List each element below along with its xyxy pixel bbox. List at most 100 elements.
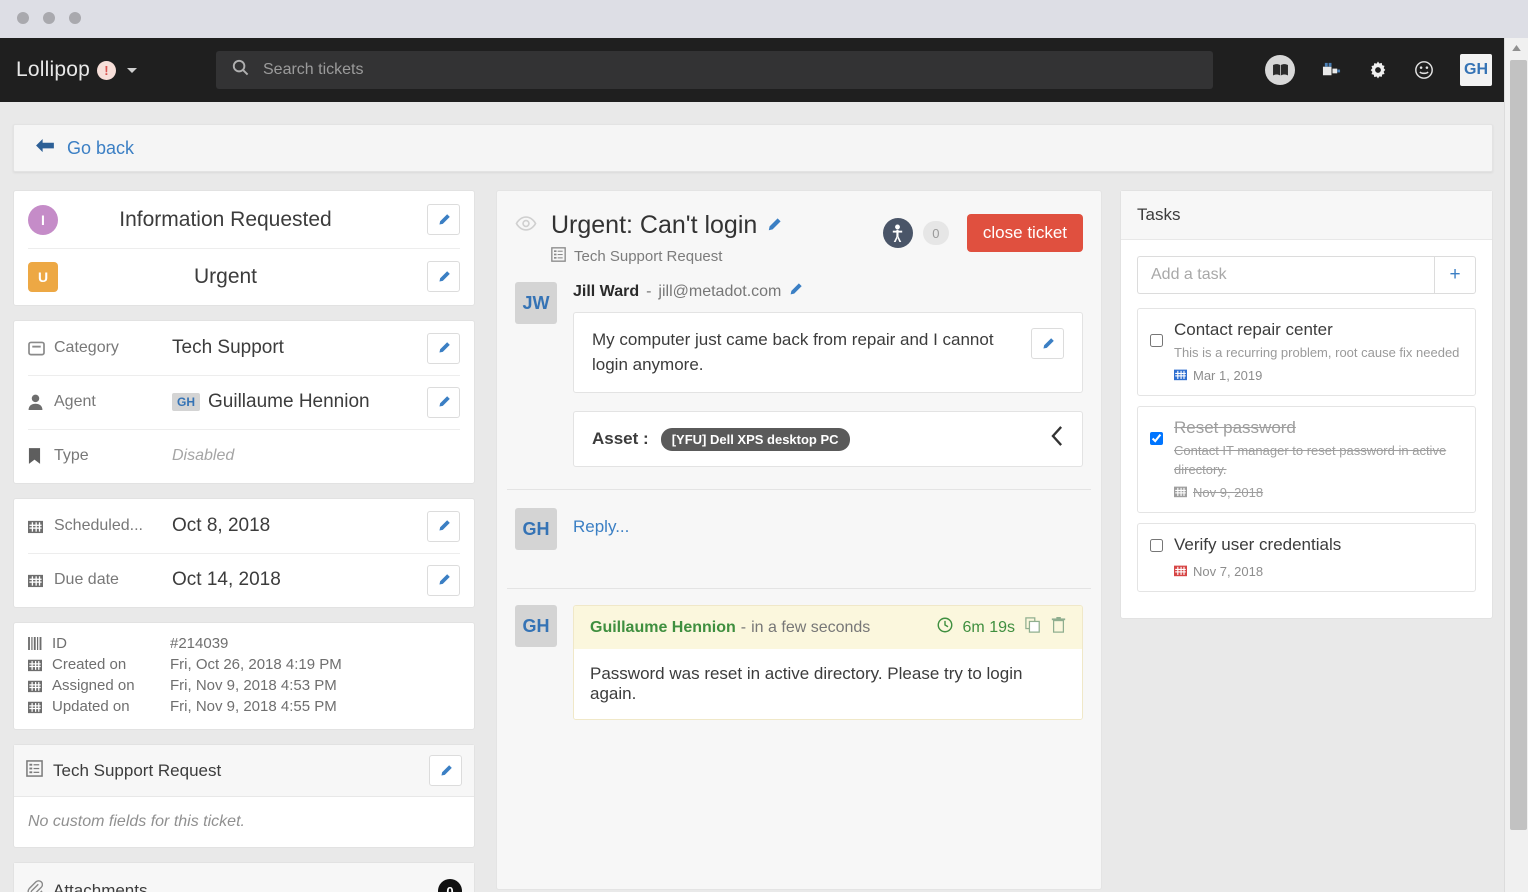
chevron-left-icon[interactable] — [1051, 426, 1064, 452]
note-time-ago: in a few seconds — [751, 619, 870, 637]
task-date-label: Nov 9, 2018 — [1193, 485, 1263, 500]
meta-value-updated-on: Fri, Nov 9, 2018 4:55 PM — [170, 698, 337, 715]
property-value-type: Disabled — [172, 447, 460, 465]
priority-label: Urgent — [58, 265, 427, 289]
property-row-due-date[interactable]: Due date Oct 14, 2018 — [14, 553, 474, 607]
window-maximize-dot[interactable] — [69, 12, 81, 24]
scrollbar-thumb[interactable] — [1510, 60, 1527, 830]
form-icon — [26, 760, 43, 782]
vertical-scrollbar[interactable] — [1504, 38, 1528, 892]
edit-message-button[interactable] — [1031, 328, 1064, 359]
go-back-bar[interactable]: Go back — [13, 124, 1493, 172]
task-description: This is a recurring problem, root cause … — [1174, 344, 1463, 363]
add-task-input[interactable] — [1137, 256, 1434, 294]
ticket-conversation-panel: Urgent: Can't login Tech Support Request — [496, 190, 1102, 890]
edit-priority-button[interactable] — [427, 261, 460, 292]
edit-scheduled-button[interactable] — [427, 511, 460, 542]
delete-icon[interactable] — [1051, 617, 1066, 638]
task-due-date: Nov 7, 2018 — [1174, 564, 1463, 580]
clock-icon — [937, 617, 953, 638]
task-checkbox-input[interactable] — [1150, 432, 1163, 445]
ticket-meta-card: ID #214039 Created on Fri, Oct 26, 2018 … — [13, 622, 475, 730]
watchers-count-badge: 0 — [923, 221, 949, 245]
smiley-icon[interactable] — [1414, 60, 1434, 80]
traffic-lights — [17, 12, 81, 24]
tasks-card: Tasks + Contact repair center This is a … — [1120, 190, 1493, 619]
user-avatar[interactable]: GH — [1460, 54, 1492, 86]
window-titlebar — [0, 0, 1528, 38]
custom-fields-title: Tech Support Request — [53, 761, 221, 781]
requester-message-bubble: My computer just came back from repair a… — [573, 312, 1083, 393]
edit-title-icon[interactable] — [766, 211, 782, 240]
edit-requester-icon[interactable] — [788, 282, 803, 302]
attachments-card[interactable]: Attachments 0 — [13, 862, 475, 892]
task-checkbox[interactable] — [1150, 535, 1174, 580]
book-icon[interactable] — [1265, 55, 1295, 85]
calendar-icon — [28, 700, 52, 714]
property-row-agent[interactable]: Agent GH Guillaume Hennion — [14, 375, 474, 429]
edit-custom-fields-button[interactable] — [429, 755, 462, 786]
property-value-category: Tech Support — [172, 337, 427, 359]
attachments-count-badge: 0 — [438, 879, 462, 892]
watchers-icon[interactable] — [883, 218, 913, 248]
meta-row-id: ID #214039 — [28, 633, 460, 654]
search-input[interactable] — [263, 51, 1213, 89]
eye-icon[interactable] — [515, 216, 537, 236]
task-checkbox[interactable] — [1150, 418, 1174, 501]
meta-key-id: ID — [52, 635, 170, 652]
note-duration: 6m 19s — [963, 619, 1015, 637]
scroll-up-arrow-icon[interactable] — [1505, 38, 1528, 58]
reply-row[interactable]: GH Reply... — [497, 490, 1101, 550]
edit-status-button[interactable] — [427, 204, 460, 235]
asset-tag[interactable]: [YFU] Dell XPS desktop PC — [661, 428, 850, 451]
status-badge-icon: I — [28, 205, 58, 235]
task-item[interactable]: Contact repair center This is a recurrin… — [1137, 308, 1476, 396]
status-row-information-requested[interactable]: I Information Requested — [14, 191, 474, 248]
ticket-properties-sidebar: I Information Requested U Urgent — [13, 190, 475, 892]
bookmark-icon — [28, 448, 54, 464]
custom-fields-header: Tech Support Request — [14, 745, 474, 797]
plugin-icon[interactable] — [1321, 61, 1342, 80]
task-checkbox-input[interactable] — [1150, 539, 1163, 552]
edit-due-date-button[interactable] — [427, 565, 460, 596]
barcode-icon — [28, 637, 52, 650]
edit-category-button[interactable] — [427, 333, 460, 364]
task-checkbox[interactable] — [1150, 320, 1174, 384]
search-bar[interactable] — [216, 51, 1213, 89]
meta-row-assigned-on: Assigned on Fri, Nov 9, 2018 4:53 PM — [28, 675, 460, 696]
note-separator: - — [741, 619, 746, 637]
window-minimize-dot[interactable] — [43, 12, 55, 24]
window-close-dot[interactable] — [17, 12, 29, 24]
edit-agent-button[interactable] — [427, 387, 460, 418]
task-item[interactable]: Verify user credentials Nov 7, 2018 — [1137, 523, 1476, 592]
property-row-scheduled[interactable]: Scheduled... Oct 8, 2018 — [14, 499, 474, 553]
reply-avatar: GH — [515, 508, 557, 550]
property-label-agent: Agent — [54, 393, 172, 411]
page-content: Go back I Information Requested U Urgent — [0, 102, 1504, 892]
asset-bar[interactable]: Asset : [YFU] Dell XPS desktop PC — [573, 411, 1083, 467]
attachments-header: Attachments 0 — [14, 863, 474, 892]
gear-icon[interactable] — [1368, 60, 1388, 80]
property-row-category[interactable]: Category Tech Support — [14, 321, 474, 375]
copy-icon[interactable] — [1025, 617, 1041, 638]
date-label-due: Due date — [54, 571, 172, 589]
task-item[interactable]: Reset password Contact IT manager to res… — [1137, 406, 1476, 513]
requester-separator: - — [646, 283, 651, 301]
task-checkbox-input[interactable] — [1150, 334, 1163, 347]
close-ticket-button[interactable]: close ticket — [967, 214, 1083, 252]
status-row-urgent[interactable]: U Urgent — [14, 248, 474, 305]
reply-input[interactable]: Reply... — [573, 508, 629, 537]
date-value-scheduled: Oct 8, 2018 — [172, 515, 427, 537]
dates-card: Scheduled... Oct 8, 2018 Due date Oct 14… — [13, 498, 475, 608]
calendar-icon — [1174, 564, 1187, 580]
task-date-label: Mar 1, 2019 — [1193, 368, 1262, 383]
ticket-header: Urgent: Can't login Tech Support Request — [497, 191, 1101, 266]
meta-key-updated-on: Updated on — [52, 698, 170, 715]
add-task-button[interactable]: + — [1434, 256, 1476, 294]
brand-label: Lollipop — [16, 58, 90, 82]
user-icon — [28, 394, 54, 410]
calendar-icon — [1174, 485, 1187, 501]
brand-menu[interactable]: Lollipop ! — [16, 58, 137, 82]
tasks-sidebar: Tasks + Contact repair center This is a … — [1120, 190, 1493, 619]
meta-value-created-on: Fri, Oct 26, 2018 4:19 PM — [170, 656, 342, 673]
